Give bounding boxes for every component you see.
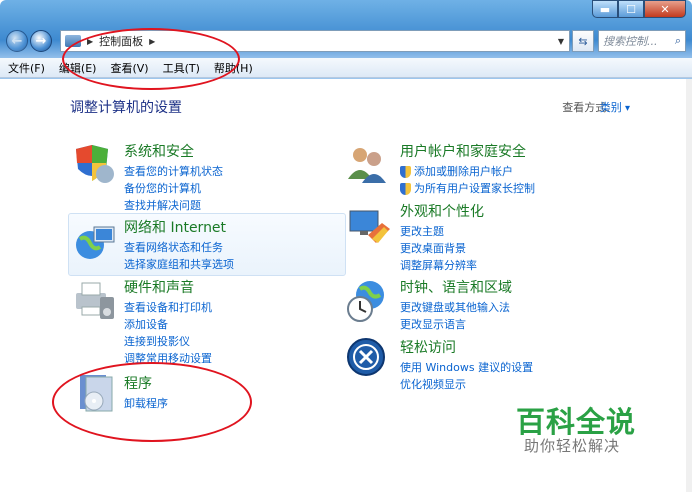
- category-link[interactable]: 使用 Windows 建议的设置: [400, 359, 674, 376]
- search-input[interactable]: 搜索控制... ⌕: [598, 30, 686, 52]
- category-title[interactable]: 用户帐户和家庭安全: [400, 141, 674, 161]
- annotation-oval-programs: [52, 362, 252, 442]
- category-title[interactable]: 时钟、语言和区域: [400, 277, 674, 297]
- clock-globe-icon[interactable]: [346, 279, 390, 323]
- category-link[interactable]: 添加或删除用户帐户: [400, 163, 674, 180]
- annotation-oval-address: [62, 28, 240, 90]
- printer-icon[interactable]: [72, 279, 116, 323]
- search-icon[interactable]: ⌕: [675, 34, 681, 48]
- refresh-icon[interactable]: ⇆: [572, 30, 594, 52]
- category-link[interactable]: 更改键盘或其他输入法: [400, 299, 674, 316]
- minimize-button[interactable]: ▬: [592, 0, 618, 18]
- menu-file[interactable]: 文件(F): [8, 60, 45, 76]
- view-by-dropdown[interactable]: 类别: [600, 99, 630, 115]
- category-user-accounts: 用户帐户和家庭安全 添加或删除用户帐户 为所有用户设置家长控制: [400, 141, 674, 197]
- category-ease-of-access: 轻松访问 使用 Windows 建议的设置 优化视频显示: [400, 337, 674, 393]
- forward-arrow-icon[interactable]: →: [30, 30, 52, 52]
- appearance-icon[interactable]: [348, 205, 392, 249]
- watermark-subtitle: 助你轻松解决: [524, 437, 621, 455]
- page-title: 调整计算机的设置: [70, 100, 182, 116]
- link-text[interactable]: 添加或删除用户帐户: [414, 163, 513, 180]
- uac-shield-icon: [400, 165, 411, 178]
- category-link[interactable]: 更改主题: [400, 223, 674, 240]
- network-globe-icon[interactable]: [72, 221, 116, 265]
- category-link[interactable]: 选择家庭组和共享选项: [124, 256, 398, 273]
- category-appearance: 外观和个性化 更改主题 更改桌面背景 调整屏幕分辨率: [400, 201, 674, 274]
- category-link[interactable]: 更改桌面背景: [400, 240, 674, 257]
- address-dropdown-icon[interactable]: ▼: [553, 37, 569, 46]
- category-title[interactable]: 轻松访问: [400, 337, 674, 357]
- maximize-button[interactable]: ☐: [618, 0, 644, 18]
- close-button[interactable]: ✕: [644, 0, 686, 18]
- search-placeholder: 搜索控制...: [603, 35, 658, 48]
- uac-shield-icon: [400, 182, 411, 195]
- category-link[interactable]: 为所有用户设置家长控制: [400, 180, 674, 197]
- scrollbar[interactable]: [686, 79, 692, 492]
- back-arrow-icon[interactable]: ←: [6, 30, 28, 52]
- category-clock-language: 时钟、语言和区域 更改键盘或其他输入法 更改显示语言: [400, 277, 674, 333]
- category-title[interactable]: 外观和个性化: [400, 201, 674, 221]
- category-link[interactable]: 优化视频显示: [400, 376, 674, 393]
- category-link[interactable]: 更改显示语言: [400, 316, 674, 333]
- control-panel-window: ▬ ☐ ✕ ← → ▶ 控制面板 ▶ ▼ ⇆ 搜索控制... ⌕ 文件(F) 编…: [0, 0, 692, 492]
- ease-of-access-icon[interactable]: [346, 337, 390, 381]
- link-text[interactable]: 为所有用户设置家长控制: [414, 180, 535, 197]
- system-security-icon[interactable]: [72, 143, 116, 187]
- caption-buttons: ▬ ☐ ✕: [592, 0, 686, 20]
- category-link[interactable]: 调整屏幕分辨率: [400, 257, 674, 274]
- user-accounts-icon[interactable]: [346, 141, 390, 185]
